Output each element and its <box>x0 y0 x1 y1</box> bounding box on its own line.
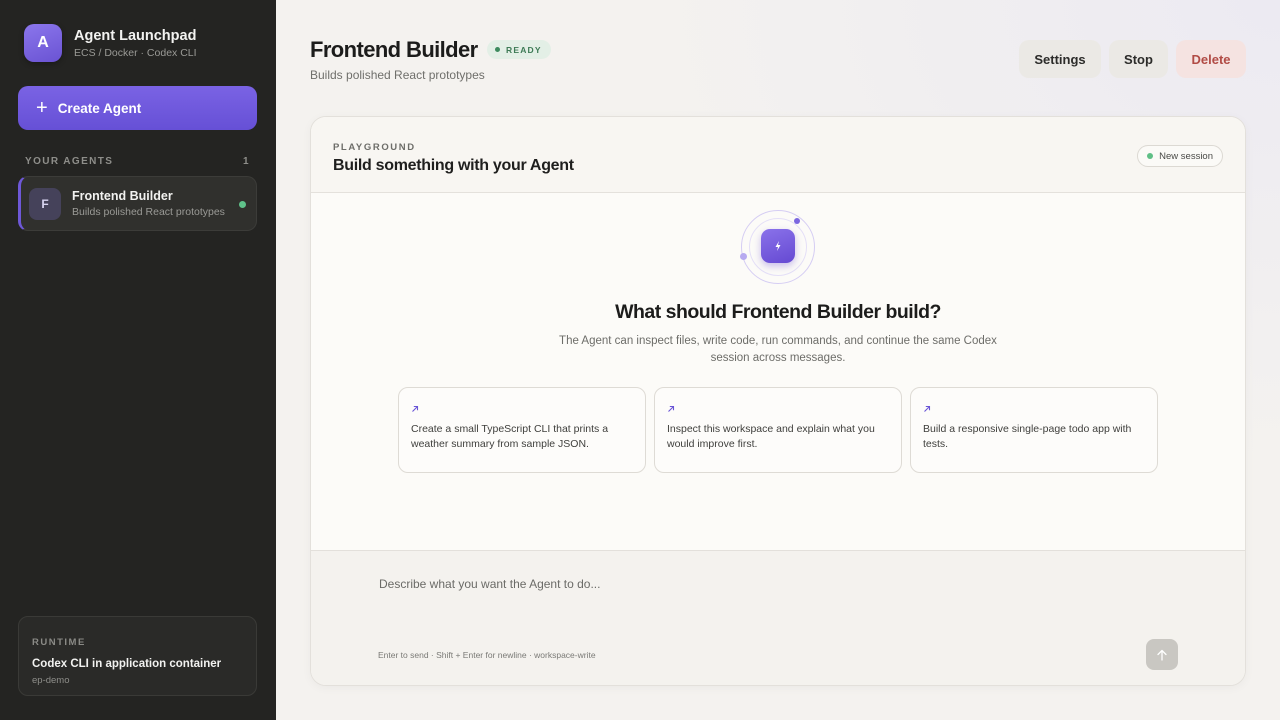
runtime-label: RUNTIME <box>32 637 86 648</box>
session-status-dot <box>1147 153 1154 159</box>
agents-section-header: YOUR AGENTS 1 <box>25 156 250 167</box>
agent-status-dot <box>239 201 246 208</box>
agents-count: 1 <box>243 156 250 167</box>
suggestion-text: Build a responsive single-page todo app … <box>923 423 1132 450</box>
settings-button[interactable]: Settings <box>1019 40 1101 78</box>
agents-section-title: YOUR AGENTS <box>25 156 114 167</box>
suggestion-text: Inspect this workspace and explain what … <box>667 423 875 450</box>
hero-orbit-dot <box>740 253 747 260</box>
suggestion-card[interactable]: Inspect this workspace and explain what … <box>654 387 902 473</box>
prompt-input[interactable] <box>379 569 1139 599</box>
composer: Enter to send · Shift + Enter for newlin… <box>311 550 1245 685</box>
playground-header: PLAYGROUND Build something with your Age… <box>311 117 1245 193</box>
page-subtitle: Builds polished React prototypes <box>310 68 485 82</box>
brand-title: Agent Launchpad <box>74 28 197 44</box>
delete-button[interactable]: Delete <box>1176 40 1246 78</box>
suggestion-card[interactable]: Build a responsive single-page todo app … <box>910 387 1158 473</box>
send-button[interactable] <box>1146 639 1178 670</box>
hero-description: The Agent can inspect files, write code,… <box>559 335 997 364</box>
arrow-up-right-icon <box>924 405 931 412</box>
agent-name: Frontend Builder <box>72 189 173 203</box>
new-session-button[interactable]: New session <box>1137 145 1223 167</box>
sidebar-item-frontend-builder[interactable]: F Frontend Builder Builds polished React… <box>18 176 257 231</box>
sidebar: A Agent Launchpad ECS / Docker · Codex C… <box>0 0 276 720</box>
playground-panel: PLAYGROUND Build something with your Age… <box>310 116 1246 686</box>
page-title: Frontend Builder <box>310 37 478 62</box>
status-label: READY <box>506 44 542 55</box>
suggestion-text: Create a small TypeScript CLI that print… <box>411 423 609 450</box>
status-badge: READY <box>487 40 551 59</box>
status-dot <box>495 47 500 52</box>
stop-button[interactable]: Stop <box>1109 40 1168 78</box>
runtime-card: RUNTIME Codex CLI in application contain… <box>18 616 257 696</box>
suggestion-card[interactable]: Create a small TypeScript CLI that print… <box>398 387 646 473</box>
composer-hint: Enter to send · Shift + Enter for newlin… <box>378 650 596 660</box>
hero-orbit-dot <box>794 218 800 224</box>
agent-description: Builds polished React prototypes <box>72 206 225 218</box>
runtime-subtitle: ep-demo <box>32 675 70 686</box>
agent-avatar: F <box>29 187 61 220</box>
playground-title: Build something with your Agent <box>333 157 574 174</box>
plus-icon: + <box>36 97 48 119</box>
playground-label: PLAYGROUND <box>333 142 416 153</box>
create-agent-button[interactable]: + Create Agent <box>18 86 257 130</box>
brand-subtitle: ECS / Docker · Codex CLI <box>74 47 197 59</box>
brand-logo: A <box>24 24 62 62</box>
lightning-icon <box>761 229 795 263</box>
arrow-up-icon <box>1157 649 1167 661</box>
create-agent-label: Create Agent <box>57 100 142 116</box>
hero-title: What should Frontend Builder build? <box>615 301 941 323</box>
runtime-title: Codex CLI in application container <box>32 658 222 670</box>
brand: A Agent Launchpad ECS / Docker · Codex C… <box>24 24 197 62</box>
arrow-up-right-icon <box>668 405 675 412</box>
arrow-up-right-icon <box>412 405 419 412</box>
session-label: New session <box>1159 150 1213 162</box>
